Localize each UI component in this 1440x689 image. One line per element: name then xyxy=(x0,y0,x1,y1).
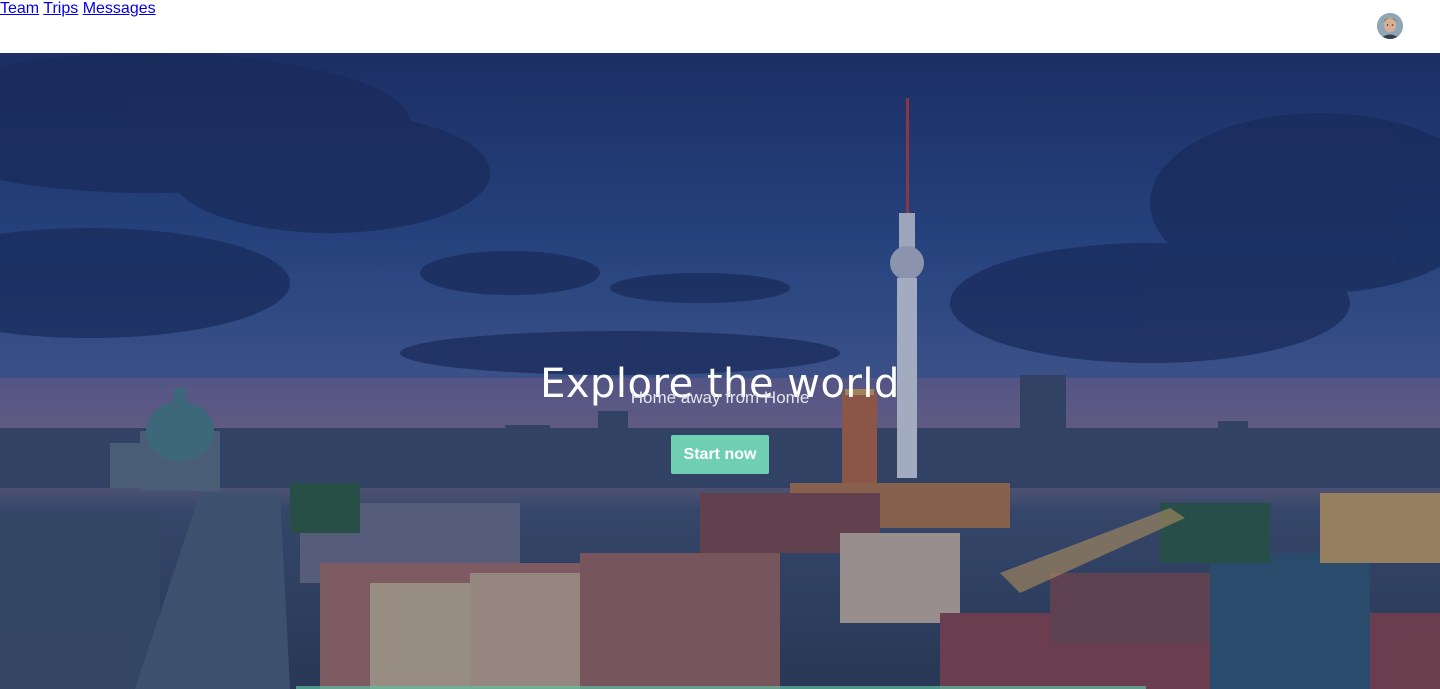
user-avatar-icon[interactable] xyxy=(1377,13,1403,39)
start-now-button[interactable]: Start now xyxy=(671,435,769,474)
nav-link-trips[interactable]: Trips xyxy=(43,0,78,17)
hero-banner: Explore the world Home away from Home St… xyxy=(0,53,1440,689)
avatar-portrait xyxy=(1377,13,1403,39)
hero-subtitle: Home away from Home xyxy=(630,388,810,407)
top-navigation-bar: Team Trips Messages xyxy=(0,0,1440,53)
nav-link-team[interactable]: Team xyxy=(0,0,39,17)
nav-link-messages[interactable]: Messages xyxy=(83,0,156,17)
